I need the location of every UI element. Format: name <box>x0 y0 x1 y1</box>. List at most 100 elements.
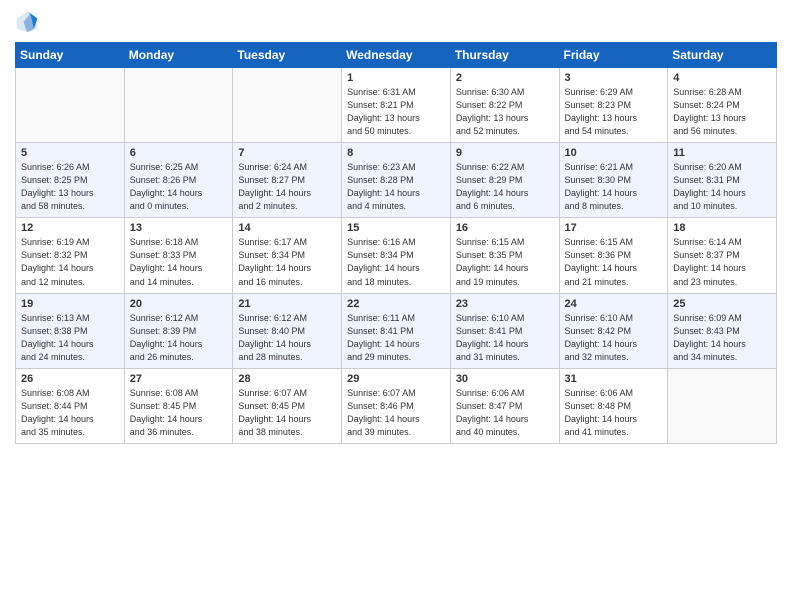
calendar-cell: 21Sunrise: 6:12 AM Sunset: 8:40 PM Dayli… <box>233 293 342 368</box>
calendar-cell: 1 Sunrise: 6:31 AM Sunset: 8:21 PM Daylig… <box>342 68 451 143</box>
calendar-cell: 13 Sunrise: 6:18 AM Sunset: 8:33 PM Dayli… <box>124 218 233 293</box>
day-number: 19 <box>21 298 119 310</box>
calendar-cell: 16Sunrise: 6:15 AM Sunset: 8:35 PM Dayli… <box>450 218 559 293</box>
calendar-cell: 17Sunrise: 6:15 AM Sunset: 8:36 PM Dayli… <box>559 218 668 293</box>
calendar-header-row: SundayMondayTuesdayWednesdayThursdayFrid… <box>16 43 777 68</box>
day-number: 20 <box>130 298 228 310</box>
day-number: 1 <box>347 72 445 84</box>
day-number: 15 <box>347 222 445 234</box>
day-number: 2 <box>456 72 554 84</box>
calendar-cell: 8 Sunrise: 6:23 AM Sunset: 8:28 PM Daylig… <box>342 143 451 218</box>
day-number: 13 <box>130 222 228 234</box>
day-number: 22 <box>347 298 445 310</box>
day-info: Sunrise: 6:07 AM Sunset: 8:46 PM Dayligh… <box>347 387 445 439</box>
calendar-cell: 14 Sunrise: 6:17 AM Sunset: 8:34 PM Dayli… <box>233 218 342 293</box>
day-number: 29 <box>347 373 445 385</box>
calendar-cell: 29 Sunrise: 6:07 AM Sunset: 8:46 PM Dayli… <box>342 368 451 443</box>
header <box>15 10 777 34</box>
calendar-cell: 19 Sunrise: 6:13 AM Sunset: 8:38 PM Dayli… <box>16 293 125 368</box>
day-info: Sunrise: 6:31 AM Sunset: 8:21 PM Dayligh… <box>347 86 445 138</box>
day-info: Sunrise: 6:21 AM Sunset: 8:30 PM Dayligh… <box>565 161 663 213</box>
day-info: Sunrise: 6:06 AM Sunset: 8:47 PM Dayligh… <box>456 387 554 439</box>
calendar-cell: 28 Sunrise: 6:07 AM Sunset: 8:45 PM Dayli… <box>233 368 342 443</box>
calendar-cell: 11 Sunrise: 6:20 AM Sunset: 8:31 PM Dayli… <box>668 143 777 218</box>
day-info: Sunrise: 6:15 AM Sunset: 8:36 PM Dayligh… <box>565 236 663 288</box>
day-info: Sunrise: 6:07 AM Sunset: 8:45 PM Dayligh… <box>238 387 336 439</box>
day-number: 10 <box>565 147 663 159</box>
day-number: 6 <box>130 147 228 159</box>
calendar-cell: 25Sunrise: 6:09 AM Sunset: 8:43 PM Dayli… <box>668 293 777 368</box>
day-number: 18 <box>673 222 771 234</box>
col-header-monday: Monday <box>124 43 233 68</box>
day-number: 11 <box>673 147 771 159</box>
calendar: SundayMondayTuesdayWednesdayThursdayFrid… <box>15 42 777 444</box>
col-header-saturday: Saturday <box>668 43 777 68</box>
day-number: 5 <box>21 147 119 159</box>
col-header-wednesday: Wednesday <box>342 43 451 68</box>
calendar-cell: 5 Sunrise: 6:26 AM Sunset: 8:25 PM Daylig… <box>16 143 125 218</box>
day-info: Sunrise: 6:14 AM Sunset: 8:37 PM Dayligh… <box>673 236 771 288</box>
day-number: 31 <box>565 373 663 385</box>
day-info: Sunrise: 6:06 AM Sunset: 8:48 PM Dayligh… <box>565 387 663 439</box>
calendar-cell <box>668 368 777 443</box>
calendar-row-week-2: 5 Sunrise: 6:26 AM Sunset: 8:25 PM Daylig… <box>16 143 777 218</box>
day-info: Sunrise: 6:20 AM Sunset: 8:31 PM Dayligh… <box>673 161 771 213</box>
day-number: 30 <box>456 373 554 385</box>
calendar-cell: 6Sunrise: 6:25 AM Sunset: 8:26 PM Daylig… <box>124 143 233 218</box>
day-number: 28 <box>238 373 336 385</box>
calendar-cell: 18 Sunrise: 6:14 AM Sunset: 8:37 PM Dayli… <box>668 218 777 293</box>
calendar-cell: 9Sunrise: 6:22 AM Sunset: 8:29 PM Daylig… <box>450 143 559 218</box>
day-info: Sunrise: 6:13 AM Sunset: 8:38 PM Dayligh… <box>21 312 119 364</box>
day-info: Sunrise: 6:17 AM Sunset: 8:34 PM Dayligh… <box>238 236 336 288</box>
day-info: Sunrise: 6:19 AM Sunset: 8:32 PM Dayligh… <box>21 236 119 288</box>
day-number: 12 <box>21 222 119 234</box>
calendar-cell: 31 Sunrise: 6:06 AM Sunset: 8:48 PM Dayli… <box>559 368 668 443</box>
day-number: 8 <box>347 147 445 159</box>
day-number: 14 <box>238 222 336 234</box>
col-header-thursday: Thursday <box>450 43 559 68</box>
calendar-cell: 24Sunrise: 6:10 AM Sunset: 8:42 PM Dayli… <box>559 293 668 368</box>
day-number: 7 <box>238 147 336 159</box>
calendar-cell: 2 Sunrise: 6:30 AM Sunset: 8:22 PM Daylig… <box>450 68 559 143</box>
calendar-cell: 12 Sunrise: 6:19 AM Sunset: 8:32 PM Dayli… <box>16 218 125 293</box>
calendar-row-week-4: 19 Sunrise: 6:13 AM Sunset: 8:38 PM Dayli… <box>16 293 777 368</box>
day-info: Sunrise: 6:23 AM Sunset: 8:28 PM Dayligh… <box>347 161 445 213</box>
calendar-cell <box>16 68 125 143</box>
day-info: Sunrise: 6:26 AM Sunset: 8:25 PM Dayligh… <box>21 161 119 213</box>
calendar-cell: 15 Sunrise: 6:16 AM Sunset: 8:34 PM Dayli… <box>342 218 451 293</box>
calendar-cell: 7 Sunrise: 6:24 AM Sunset: 8:27 PM Daylig… <box>233 143 342 218</box>
calendar-cell: 3Sunrise: 6:29 AM Sunset: 8:23 PM Daylig… <box>559 68 668 143</box>
calendar-cell: 26 Sunrise: 6:08 AM Sunset: 8:44 PM Dayli… <box>16 368 125 443</box>
col-header-friday: Friday <box>559 43 668 68</box>
calendar-row-week-1: 1 Sunrise: 6:31 AM Sunset: 8:21 PM Daylig… <box>16 68 777 143</box>
calendar-row-week-5: 26 Sunrise: 6:08 AM Sunset: 8:44 PM Dayli… <box>16 368 777 443</box>
day-number: 26 <box>21 373 119 385</box>
calendar-cell: 30 Sunrise: 6:06 AM Sunset: 8:47 PM Dayli… <box>450 368 559 443</box>
calendar-cell: 10 Sunrise: 6:21 AM Sunset: 8:30 PM Dayli… <box>559 143 668 218</box>
logo-icon <box>15 10 39 34</box>
calendar-row-week-3: 12 Sunrise: 6:19 AM Sunset: 8:32 PM Dayli… <box>16 218 777 293</box>
day-info: Sunrise: 6:18 AM Sunset: 8:33 PM Dayligh… <box>130 236 228 288</box>
calendar-cell: 4 Sunrise: 6:28 AM Sunset: 8:24 PM Daylig… <box>668 68 777 143</box>
calendar-cell: 23 Sunrise: 6:10 AM Sunset: 8:41 PM Dayli… <box>450 293 559 368</box>
day-info: Sunrise: 6:16 AM Sunset: 8:34 PM Dayligh… <box>347 236 445 288</box>
day-info: Sunrise: 6:24 AM Sunset: 8:27 PM Dayligh… <box>238 161 336 213</box>
day-info: Sunrise: 6:11 AM Sunset: 8:41 PM Dayligh… <box>347 312 445 364</box>
calendar-cell: 20 Sunrise: 6:12 AM Sunset: 8:39 PM Dayli… <box>124 293 233 368</box>
day-info: Sunrise: 6:08 AM Sunset: 8:44 PM Dayligh… <box>21 387 119 439</box>
day-info: Sunrise: 6:12 AM Sunset: 8:39 PM Dayligh… <box>130 312 228 364</box>
page: SundayMondayTuesdayWednesdayThursdayFrid… <box>0 0 792 612</box>
day-info: Sunrise: 6:28 AM Sunset: 8:24 PM Dayligh… <box>673 86 771 138</box>
day-info: Sunrise: 6:09 AM Sunset: 8:43 PM Dayligh… <box>673 312 771 364</box>
day-number: 27 <box>130 373 228 385</box>
calendar-cell: 27Sunrise: 6:08 AM Sunset: 8:45 PM Dayli… <box>124 368 233 443</box>
day-info: Sunrise: 6:22 AM Sunset: 8:29 PM Dayligh… <box>456 161 554 213</box>
calendar-cell <box>124 68 233 143</box>
day-info: Sunrise: 6:30 AM Sunset: 8:22 PM Dayligh… <box>456 86 554 138</box>
day-number: 16 <box>456 222 554 234</box>
col-header-sunday: Sunday <box>16 43 125 68</box>
day-number: 4 <box>673 72 771 84</box>
day-info: Sunrise: 6:29 AM Sunset: 8:23 PM Dayligh… <box>565 86 663 138</box>
day-number: 23 <box>456 298 554 310</box>
day-info: Sunrise: 6:10 AM Sunset: 8:41 PM Dayligh… <box>456 312 554 364</box>
